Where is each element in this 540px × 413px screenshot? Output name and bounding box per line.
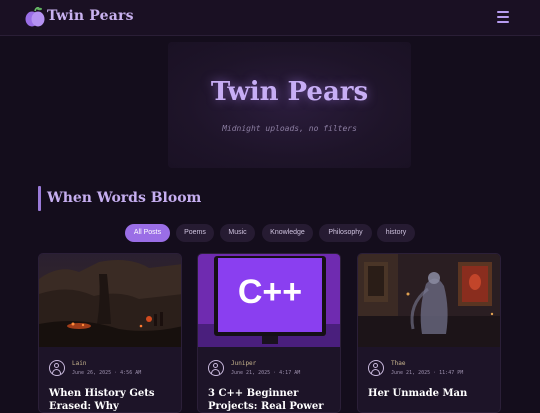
filter-chip-knowledge[interactable]: Knowledge xyxy=(262,224,313,242)
brand-name[interactable]: Twin Pears xyxy=(47,8,134,24)
post-card[interactable]: Lain June 26, 2025 · 4:56 AM When Histor… xyxy=(38,253,182,413)
hero-title: Twin Pears xyxy=(210,77,369,107)
post-author[interactable]: Juniper xyxy=(231,360,256,367)
cpp-thumbnail-label: C++ xyxy=(238,273,302,311)
user-avatar-icon[interactable] xyxy=(368,360,384,376)
user-avatar-icon[interactable] xyxy=(49,360,65,376)
top-header: Twin Pears xyxy=(0,0,540,36)
user-avatar-icon[interactable] xyxy=(208,360,224,376)
filter-chip-poems[interactable]: Poems xyxy=(176,224,214,242)
post-card[interactable]: C++ Juniper June 21, 2025 · 4:17 AM 3 C+… xyxy=(197,253,341,413)
filter-chip-philosophy[interactable]: Philosophy xyxy=(319,224,372,242)
post-author[interactable]: Thae xyxy=(391,360,405,367)
post-author[interactable]: Lain xyxy=(72,360,86,367)
post-date: June 21, 2025 · 4:17 AM xyxy=(231,370,301,376)
filter-chip-music[interactable]: Music xyxy=(220,224,255,242)
section-accent-bar xyxy=(38,186,41,211)
post-card[interactable]: Thae June 21, 2025 · 11:47 PM Her Unmade… xyxy=(357,253,501,413)
post-thumbnail[interactable] xyxy=(39,254,181,347)
filter-chip-history[interactable]: history xyxy=(377,224,415,242)
hamburger-menu-icon[interactable] xyxy=(497,11,510,23)
post-title[interactable]: 3 C++ Beginner Projects: Real Power Sk xyxy=(208,387,334,412)
post-date: June 21, 2025 · 11:47 PM xyxy=(391,370,464,376)
hero-banner: Twin Pears Midnight uploads, no filters xyxy=(168,42,411,168)
post-date: June 26, 2025 · 4:56 AM xyxy=(72,370,142,376)
twin-pears-logo-icon[interactable] xyxy=(24,6,46,28)
post-title[interactable]: When History Gets Erased: Why Destroyin xyxy=(49,387,175,412)
post-thumbnail[interactable] xyxy=(358,254,500,347)
post-title[interactable]: Her Unmade Man xyxy=(368,387,494,400)
filter-chip-all-posts[interactable]: All Posts xyxy=(125,224,170,242)
post-thumbnail[interactable]: C++ xyxy=(198,254,340,347)
section-title: When Words Bloom xyxy=(47,190,202,206)
hero-subtitle: Midnight uploads, no filters xyxy=(222,124,357,133)
